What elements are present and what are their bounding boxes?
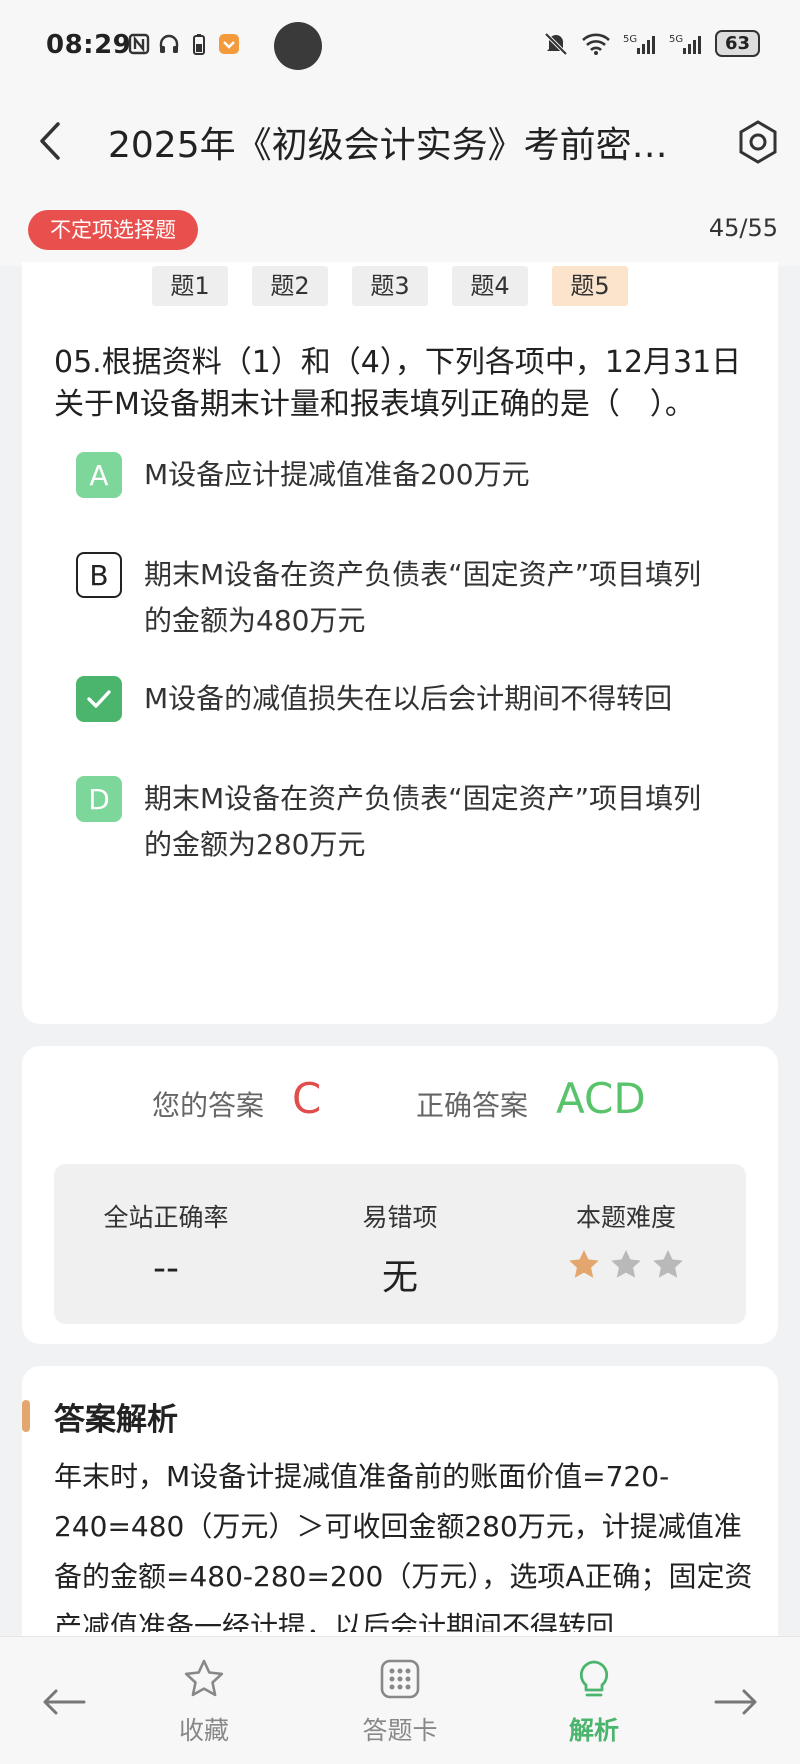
checkmark-icon [76, 676, 122, 722]
option-a[interactable]: A M设备应计提减值准备200万元 [76, 452, 736, 498]
answer-card-button[interactable]: 答题卡 [340, 1657, 460, 1747]
answer-card-label: 答题卡 [362, 1716, 438, 1745]
sub-question-tabs: 题1 题2 题3 题4 题5 [152, 266, 628, 306]
question-text: 05.根据资料（1）和（4），下列各项中，12月31日关于M设备期末计量和报表填… [54, 345, 742, 422]
stats-box: 全站正确率 -- 易错项 无 本题难度 [54, 1164, 746, 1324]
difficulty-stars [526, 1248, 726, 1282]
option-d[interactable]: D 期末M设备在资产负债表“固定资产”项目填列的金额为280万元 [76, 776, 736, 868]
section-accent-bar [22, 1400, 30, 1432]
signal-5g-icon: 5G [623, 34, 655, 54]
star-filled-icon [569, 1250, 599, 1278]
option-badge-d: D [76, 776, 122, 822]
question-progress: 45/55 [708, 214, 778, 242]
error-prone-value: 无 [381, 1257, 418, 1298]
option-b[interactable]: B 期末M设备在资产负债表“固定资产”项目填列的金额为480万元 [76, 552, 736, 644]
wifi-icon [582, 33, 610, 55]
tab-sub-question-2[interactable]: 题2 [252, 266, 328, 306]
next-arrow-icon[interactable] [712, 1687, 760, 1717]
star-empty-icon [653, 1250, 683, 1278]
option-text-a: M设备应计提减值准备200万元 [144, 458, 530, 491]
accuracy-label: 全站正确率 [103, 1203, 229, 1232]
explanation-text: 年末时，M设备计提减值准备前的账面价值=720-240=480（万元）＞可收回金… [54, 1460, 753, 1632]
back-button[interactable] [30, 114, 70, 168]
tab-sub-question-3[interactable]: 题3 [352, 266, 428, 306]
status-bar: 08:29 5G 5G 63 [0, 0, 800, 92]
mute-bell-icon [544, 32, 568, 55]
status-time: 08:29 [46, 30, 132, 60]
previous-arrow-icon[interactable] [40, 1687, 88, 1717]
your-answer-label: 您的答案 [152, 1089, 265, 1122]
star-empty-icon [611, 1250, 641, 1278]
your-answer-value: C [292, 1074, 322, 1123]
lightbulb-icon [579, 1660, 609, 1697]
difficulty-label: 本题难度 [575, 1203, 676, 1232]
option-text-c: M设备的减值损失在以后会计期间不得转回 [144, 682, 673, 715]
star-outline-icon [184, 1659, 224, 1697]
error-prone-label: 易错项 [362, 1203, 438, 1232]
stat-error-prone: 易错项 无 [300, 1198, 500, 1300]
explanation-title: 答案解析 [54, 1402, 178, 1438]
settings-hexagon-icon[interactable] [733, 110, 783, 170]
accuracy-value: -- [153, 1248, 179, 1289]
explanation-card: 答案解析 年末时，M设备计提减值准备前的账面价值=720-240=480（万元）… [22, 1366, 778, 1666]
stat-difficulty: 本题难度 [526, 1198, 726, 1282]
option-badge-b: B [76, 552, 122, 598]
option-text-b: 期末M设备在资产负债表“固定资产”项目填列的金额为480万元 [144, 558, 702, 637]
status-left-icons [128, 32, 240, 56]
floating-app-thumbnail[interactable] [274, 22, 322, 70]
signal-5g-icon-2: 5G [669, 34, 701, 54]
favorite-button[interactable]: 收藏 [144, 1657, 264, 1747]
stat-accuracy: 全站正确率 -- [66, 1198, 266, 1289]
status-right-icons: 5G 5G 63 [543, 30, 760, 57]
svg-text:5G: 5G [623, 34, 637, 45]
option-badge-a: A [76, 452, 122, 498]
correct-answer-label: 正确答案 [416, 1089, 529, 1122]
tab-sub-question-5[interactable]: 题5 [552, 266, 628, 306]
grid-icon [380, 1659, 420, 1699]
question-card: 题1 题2 题3 题4 题5 05.根据资料（1）和（4），下列各项中，12月3… [22, 262, 778, 1024]
favorite-label: 收藏 [178, 1716, 229, 1745]
headphones-icon [159, 34, 179, 53]
tab-sub-question-1[interactable]: 题1 [152, 266, 228, 306]
question-type-tag: 不定项选择题 [28, 210, 198, 250]
option-text-d: 期末M设备在资产负债表“固定资产”项目填列的金额为280万元 [144, 782, 702, 861]
option-c[interactable]: M设备的减值损失在以后会计期间不得转回 [76, 676, 736, 722]
correct-answer-value: ACD [556, 1074, 646, 1123]
app-notification-icon [219, 34, 239, 54]
nfc-icon [128, 33, 150, 55]
tab-sub-question-4[interactable]: 题4 [452, 266, 528, 306]
answer-card: 您的答案 C 正确答案 ACD 全站正确率 -- 易错项 无 本题难度 [22, 1046, 778, 1344]
svg-text:5G: 5G [669, 34, 683, 45]
subheader: 不定项选择题 45/55 [0, 200, 800, 266]
page-title: 2025年《初级会计实务》考前密… [108, 125, 668, 166]
small-battery-icon [193, 34, 205, 55]
bottom-nav: 收藏 答题卡 解析 [0, 1636, 800, 1764]
analysis-label: 解析 [568, 1716, 619, 1745]
battery-indicator: 63 [714, 30, 760, 57]
analysis-button[interactable]: 解析 [534, 1657, 654, 1747]
